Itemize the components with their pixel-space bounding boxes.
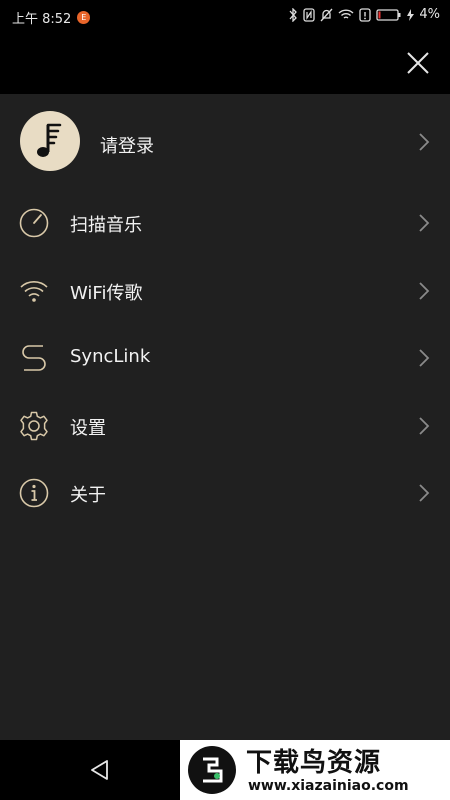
menu-item-settings[interactable]: 设置 <box>0 393 450 461</box>
wifi-status-icon <box>338 9 354 19</box>
watermark-title: 下载鸟资源 <box>246 748 382 778</box>
back-button[interactable] <box>88 758 112 782</box>
wifi-icon <box>20 280 48 302</box>
notification-badge-icon: E <box>77 11 91 24</box>
watermark-url: www.xiazainiao.com <box>248 778 409 794</box>
status-time: 上午 8:52 <box>12 12 72 27</box>
info-icon <box>19 478 49 508</box>
status-right: 4% <box>288 7 440 22</box>
close-icon <box>407 52 429 74</box>
gear-icon <box>20 411 48 440</box>
chevron-right-icon <box>419 281 430 300</box>
menu-item-label: 扫描音乐 <box>70 215 142 236</box>
menu-item-label: SyncLink <box>70 346 151 367</box>
menu-item-label: 关于 <box>70 485 106 506</box>
chevron-right-icon <box>419 349 430 367</box>
bluetooth-icon <box>289 7 298 22</box>
chevron-right-icon <box>419 133 430 151</box>
synclink-s-icon <box>22 345 46 371</box>
menu-item-about[interactable]: 关于 <box>0 460 450 528</box>
menu-item-synclink[interactable]: SyncLink <box>0 325 450 393</box>
close-button[interactable] <box>406 51 430 75</box>
chevron-right-icon <box>419 214 430 232</box>
watermark-banner: 下载鸟资源 www.xiazainiao.com <box>180 740 450 800</box>
battery-icon <box>376 8 401 21</box>
side-menu: 请登录 扫描音乐 WiFi传歌 SyncLink 设置 关于 <box>0 94 450 528</box>
chevron-right-icon <box>419 416 430 435</box>
top-bar <box>0 32 450 94</box>
back-triangle-icon <box>91 760 108 780</box>
avatar <box>20 111 80 171</box>
status-bar: 上午 8:52 E 4% <box>0 0 450 32</box>
menu-item-label: 设置 <box>70 417 106 439</box>
menu-item-label: WiFi传歌 <box>70 282 143 304</box>
chevron-right-icon <box>419 484 430 502</box>
nfc-icon <box>303 7 316 22</box>
menu-item-wifi-transfer[interactable]: WiFi传歌 <box>0 258 450 326</box>
battery-level: 4% <box>419 7 440 22</box>
bird-logo-icon <box>188 746 236 794</box>
menu-item-scan-music[interactable]: 扫描音乐 <box>0 190 450 258</box>
login-item[interactable]: 请登录 <box>0 94 450 190</box>
status-left: 上午 8:52 E <box>12 8 91 27</box>
login-label: 请登录 <box>100 136 154 157</box>
alert-icon <box>359 7 372 22</box>
mute-bell-icon <box>320 8 333 21</box>
music-note-icon <box>37 123 62 157</box>
scan-dial-icon <box>19 208 49 238</box>
charging-icon <box>407 8 415 21</box>
